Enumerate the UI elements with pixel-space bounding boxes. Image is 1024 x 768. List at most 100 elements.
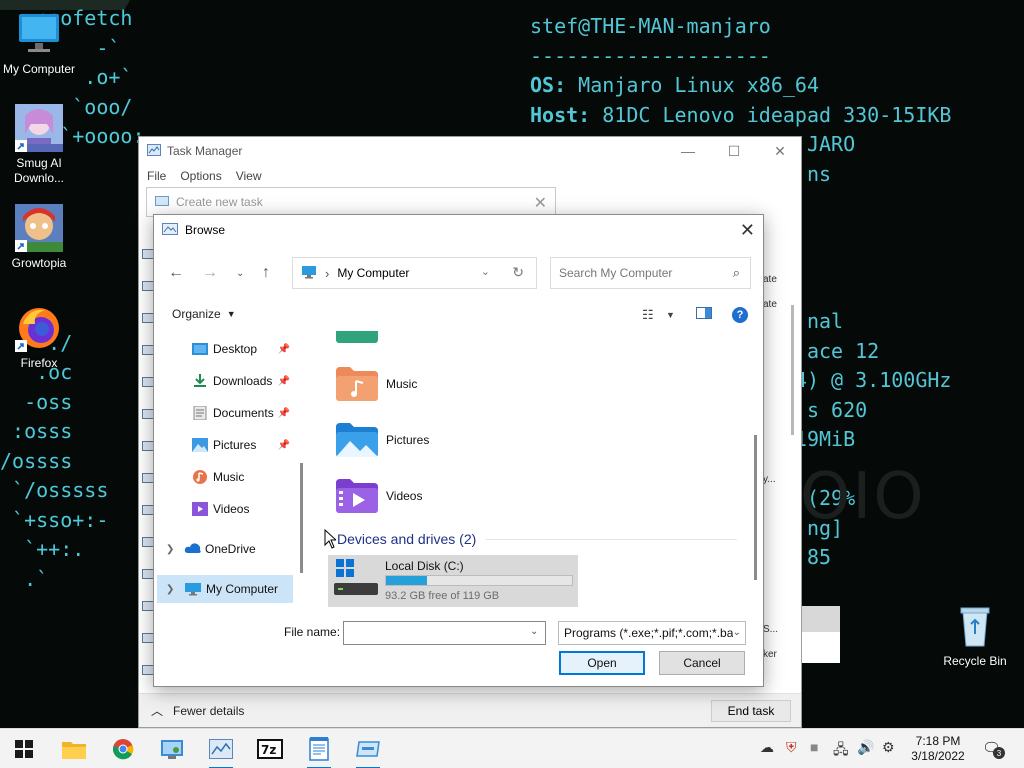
breadcrumb-separator-icon: › [325,265,330,281]
devices-and-drives-header[interactable]: Devices and drives (2) [337,531,737,547]
folder-pictures[interactable]: Pictures [336,423,429,457]
minimize-button[interactable]: — [665,137,711,165]
file-explorer-icon[interactable] [60,735,88,763]
process-status-cell [763,592,783,617]
back-arrow-icon[interactable]: ← [168,264,184,282]
close-icon[interactable]: ✕ [534,193,547,213]
nav-item-downloads[interactable]: Downloads 📌 [154,367,294,395]
process-status-cell [763,517,783,542]
view-caret-down-icon[interactable]: ▼ [666,310,675,320]
nav-item-documents[interactable]: Documents 📌 [154,399,294,427]
preview-pane-icon[interactable] [696,307,712,322]
file-type-dropdown-icon: ⌄ [732,627,741,638]
folder-music[interactable]: Music [336,367,417,401]
system-clock[interactable]: 7:18 PM 3/18/2022 [906,734,970,764]
pin-icon: 📌 [277,407,290,419]
chrome-icon[interactable] [109,735,137,763]
end-task-button[interactable]: End task [711,700,791,722]
forward-arrow-icon[interactable]: → [202,264,218,282]
close-icon[interactable]: ✕ [740,220,755,241]
7zip-icon[interactable]: 7z [256,735,284,763]
file-name-input[interactable] [343,621,546,645]
nav-item-desktop[interactable]: Desktop 📌 [154,335,294,363]
file-name-dropdown-icon[interactable]: ⌄ [530,626,538,637]
run-dialog-icon[interactable] [354,735,382,768]
browse-titlebar[interactable]: Browse ✕ [154,215,763,245]
navigation-pane-scrollbar[interactable] [300,341,304,591]
folder-downloads-partial[interactable] [336,331,378,343]
task-manager-menubar: File Options View [139,165,801,187]
desktop-icon-recycle-bin[interactable]: Recycle Bin [936,602,1014,669]
file-type-select[interactable]: Programs (*.exe;*.pif;*.com;*.ba ⌄ [558,621,746,645]
folder-label: Pictures [386,433,430,447]
maximize-button[interactable]: ☐ [711,137,757,165]
notepad-icon[interactable] [305,735,333,768]
menu-file[interactable]: File [147,169,166,183]
hard-drive-icon [334,559,378,602]
nav-item-label: My Computer [206,582,279,596]
terminal-logo-line: :osss [0,419,73,443]
volume-icon[interactable]: 🔊 [857,739,874,756]
nav-item-label: Documents [213,406,274,420]
terminal-info-line: Host: 81DC Lenovo ideapad 330-15IKB [530,102,952,127]
network-icon[interactable]: 🖧 [833,739,849,763]
search-icon: ⌕ [732,265,740,280]
security-alert-icon[interactable]: ⛨ [786,739,797,756]
desktop-icon-smug-ai[interactable]: Smug AI Downlo... [0,104,78,186]
cancel-button[interactable]: Cancel [659,651,745,675]
windows-start-icon[interactable] [10,735,38,763]
fewer-details-toggle[interactable]: ︿ Fewer details [151,702,244,719]
browse-dialog[interactable]: Browse ✕ ← → ⌄ ↑ › My Computer ⌄ ↻ Searc… [153,214,764,687]
up-arrow-icon[interactable]: ↑ [262,264,270,282]
drive-local-disk-c[interactable]: Local Disk (C:) 93.2 GB free of 119 GB [328,555,578,607]
nav-item-onedrive[interactable]: ❯ OneDrive [154,535,294,563]
nav-item-videos[interactable]: Videos [154,495,294,523]
stop-icon[interactable]: ■ [810,739,818,755]
nav-item-label: Desktop [213,342,258,356]
search-input[interactable]: Search My Computer ⌕ [550,257,751,289]
settings-gear-icon[interactable]: ⚙ [882,739,895,756]
address-dropdown-icon[interactable]: ⌄ [481,265,490,278]
view-options-icon[interactable]: ☷ [642,307,654,323]
desktop-icon-my-computer[interactable]: My Computer [0,10,78,77]
address-bar[interactable]: › My Computer ⌄ ↻ [292,257,537,289]
desktop-icon-firefox[interactable]: Firefox [0,304,78,371]
nav-item-music[interactable]: Music [154,463,294,491]
file-list-scrollbar[interactable] [754,335,758,605]
control-panel-icon[interactable] [158,735,186,763]
recent-locations-chevron-icon[interactable]: ⌄ [236,268,244,279]
chevron-right-icon[interactable]: ❯ [166,584,174,595]
nav-item-pictures[interactable]: Pictures 📌 [154,431,294,459]
refresh-icon[interactable]: ↻ [512,264,524,281]
task-manager-icon[interactable] [207,735,235,768]
desktop-icon-label: Smug AI Downlo... [13,156,65,185]
growtopia-icon [15,204,63,252]
create-new-task-dialog[interactable]: Create new task ✕ [146,187,556,217]
navigation-bar: ← → ⌄ ↑ › My Computer ⌄ ↻ Search My Comp… [154,255,763,291]
menu-view[interactable]: View [236,169,262,183]
organize-button[interactable]: Organize ▼ [172,307,236,321]
notification-center-icon[interactable]: 🗨 3 [982,739,1005,759]
music-folder-icon [336,367,378,401]
process-list-scrollbar[interactable] [791,225,797,685]
organize-label: Organize [172,307,221,321]
nav-item-my-computer[interactable]: ❯ My Computer [157,575,293,603]
browse-title: Browse [185,223,226,237]
menu-options[interactable]: Options [180,169,221,183]
help-icon[interactable]: ? [732,307,748,323]
task-manager-icon [147,143,161,159]
close-button[interactable]: ✕ [757,137,803,165]
chevron-right-icon[interactable]: ❯ [166,544,174,555]
folder-videos[interactable]: Videos [336,479,422,513]
open-button[interactable]: Open [559,651,645,675]
process-status-cell [763,542,783,567]
task-manager-footer: ︿ Fewer details End task [139,693,801,727]
drive-usage-bar [385,575,573,586]
onedrive-offline-icon[interactable]: ☁ [760,739,774,756]
desktop-icon-label: Growtopia [11,256,67,270]
terminal-info-line: -------------------- [530,43,771,68]
desktop-icon-growtopia[interactable]: Growtopia [0,204,78,271]
desktop-icon-label: My Computer [2,62,76,76]
group-divider [486,538,737,540]
videos-icon [192,502,208,516]
